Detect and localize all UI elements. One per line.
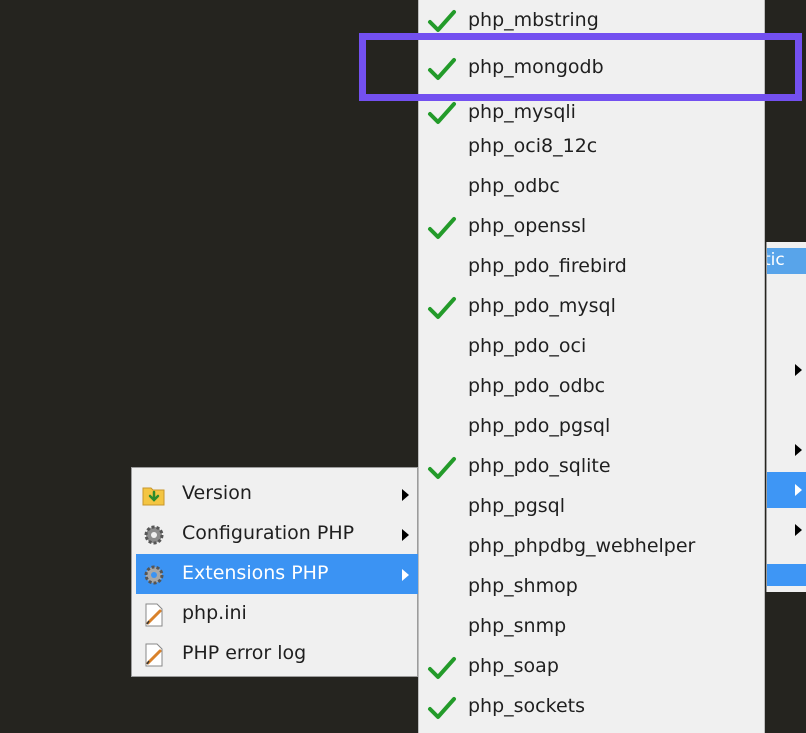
wamp-right-menu: tic	[766, 242, 806, 592]
submenu-arrow-icon	[402, 529, 409, 541]
menu-item-label: Version	[182, 482, 252, 504]
menu-item-php-error-log[interactable]: PHP error log	[136, 634, 418, 674]
right-menu-item-1[interactable]	[767, 352, 806, 388]
menu-item-php-pdo-firebird[interactable]: php_pdo_firebird	[419, 248, 764, 288]
menu-item-label: php_sockets	[468, 695, 585, 717]
checkmark-icon	[428, 297, 456, 319]
menu-item-php-snmp[interactable]: php_snmp	[419, 608, 764, 648]
wamp-php-menu: Version Configuration PHP Extensions PHP…	[131, 467, 418, 677]
menu-item-php-soap[interactable]: php_soap	[419, 648, 764, 688]
menu-item-label: php_pdo_mysql	[468, 295, 616, 317]
checkmark-icon	[428, 657, 456, 679]
menu-item-version[interactable]: Version	[136, 474, 418, 514]
menu-item-label: php_phpdbg_webhelper	[468, 535, 696, 557]
checkmark-icon	[428, 697, 456, 719]
menu-item-label: PHP error log	[182, 642, 307, 664]
checkmark-icon	[428, 10, 456, 32]
document-edit-icon	[145, 603, 163, 627]
folder-icon	[142, 487, 165, 506]
menu-item-label: Extensions PHP	[182, 562, 329, 584]
submenu-arrow-icon	[795, 444, 802, 456]
menu-item-label: php_oci8_12c	[468, 135, 598, 157]
menu-item-label: php_openssl	[468, 215, 587, 237]
right-menu-item-4[interactable]	[767, 512, 806, 548]
gear-icon	[144, 565, 164, 585]
right-menu-item-2[interactable]	[767, 432, 806, 468]
checkmark-icon	[428, 457, 456, 479]
submenu-arrow-icon	[795, 364, 802, 376]
submenu-arrow-icon	[795, 524, 802, 536]
menu-item-label: php_pdo_sqlite	[468, 455, 611, 477]
right-menu-header-text: tic	[767, 250, 785, 270]
right-menu-item-php[interactable]	[767, 472, 806, 508]
menu-item-label: php_mbstring	[468, 9, 599, 31]
menu-item-label: php_pdo_odbc	[468, 375, 606, 397]
menu-item-php-pdo-oci[interactable]: php_pdo_oci	[419, 328, 764, 368]
menu-item-php-pgsql[interactable]: php_pgsql	[419, 488, 764, 528]
gear-icon	[144, 525, 164, 545]
menu-item-label: php_pdo_firebird	[468, 255, 627, 277]
menu-item-configuration-php[interactable]: Configuration PHP	[136, 514, 418, 554]
menu-item-label: php_odbc	[468, 175, 560, 197]
menu-item-php-odbc[interactable]: php_odbc	[419, 168, 764, 208]
menu-item-label: php_mysqli	[468, 101, 576, 123]
right-menu-highlight-item[interactable]	[767, 564, 806, 586]
submenu-arrow-icon	[402, 569, 409, 581]
menu-item-php-shmop[interactable]: php_shmop	[419, 568, 764, 608]
menu-item-php-sockets[interactable]: php_sockets	[419, 688, 764, 728]
menu-item-php-oci8-12c[interactable]: php_oci8_12c	[419, 128, 764, 168]
menu-item-label: php_pdo_oci	[468, 335, 587, 357]
submenu-arrow-icon	[402, 489, 409, 501]
menu-item-label: php_soap	[468, 655, 559, 677]
checkmark-icon	[428, 217, 456, 239]
menu-item-label: php_snmp	[468, 615, 567, 637]
right-menu-header: tic	[767, 248, 806, 274]
menu-item-label: php_shmop	[468, 575, 578, 597]
menu-item-php-pdo-odbc[interactable]: php_pdo_odbc	[419, 368, 764, 408]
checkmark-icon	[428, 102, 456, 124]
menu-item-php-pdo-pgsql[interactable]: php_pdo_pgsql	[419, 408, 764, 448]
document-edit-icon	[145, 643, 163, 667]
menu-item-label: Configuration PHP	[182, 522, 355, 544]
menu-item-php-phpdbg-webhelper[interactable]: php_phpdbg_webhelper	[419, 528, 764, 568]
highlight-annotation-box	[359, 33, 802, 101]
menu-item-extensions-php[interactable]: Extensions PHP	[136, 554, 418, 594]
menu-item-php-openssl[interactable]: php_openssl	[419, 208, 764, 248]
menu-item-label: php_pdo_pgsql	[468, 415, 611, 437]
menu-item-php-ini[interactable]: php.ini	[136, 594, 418, 634]
menu-item-label: php_pgsql	[468, 495, 566, 517]
menu-item-label: php.ini	[182, 602, 247, 624]
php-extensions-menu: php_mbstring php_mongodb php_mysqli php_…	[418, 0, 765, 733]
submenu-arrow-icon	[795, 484, 802, 496]
menu-item-php-pdo-mysql[interactable]: php_pdo_mysql	[419, 288, 764, 328]
menu-item-php-pdo-sqlite[interactable]: php_pdo_sqlite	[419, 448, 764, 488]
